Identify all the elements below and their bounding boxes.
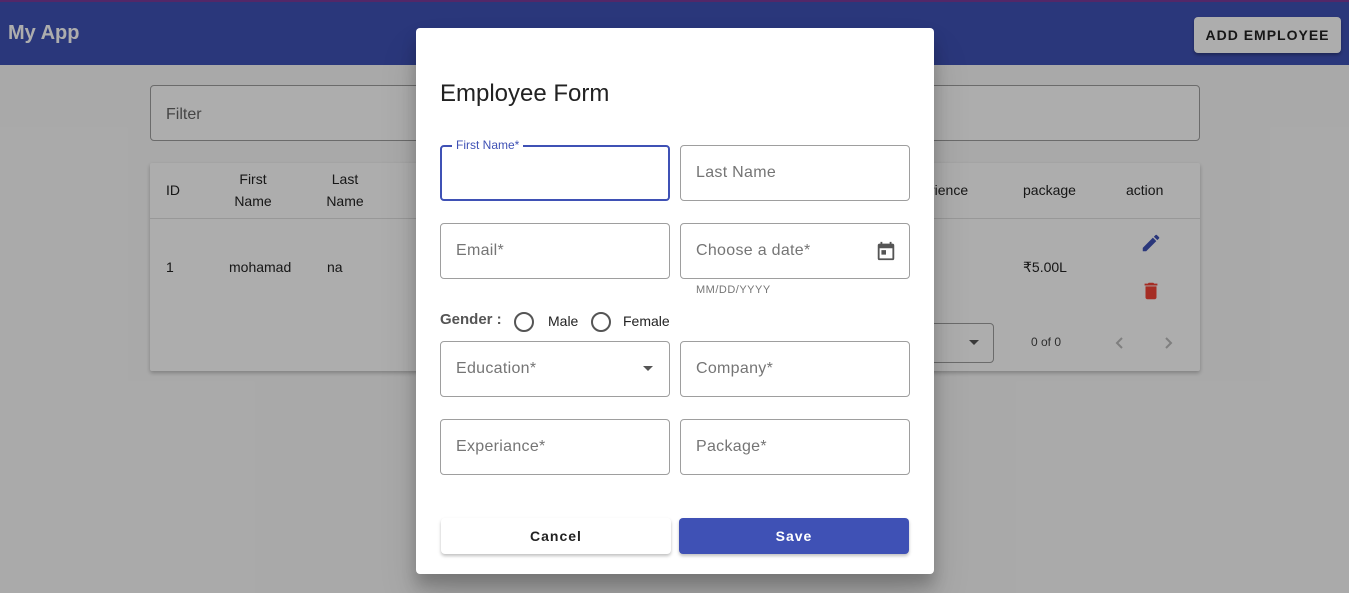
package-label: Package*	[696, 438, 767, 455]
experience-field[interactable]: Experiance*	[440, 419, 670, 475]
cancel-button[interactable]: Cancel	[441, 518, 671, 554]
date-label: Choose a date*	[696, 242, 811, 259]
calendar-icon[interactable]	[875, 240, 897, 262]
email-label: Email*	[456, 242, 505, 259]
date-field[interactable]: Choose a date*	[680, 223, 910, 279]
last-name-field[interactable]: Last Name	[680, 145, 910, 201]
save-button[interactable]: Save	[679, 518, 909, 554]
company-label: Company*	[696, 360, 774, 377]
email-field[interactable]: Email*	[440, 223, 670, 279]
date-format-hint: MM/DD/YYYY	[696, 284, 771, 296]
gender-male-radio[interactable]	[514, 312, 534, 332]
gender-female-radio[interactable]	[591, 312, 611, 332]
first-name-field[interactable]: First Name*	[440, 138, 670, 201]
gender-male-label[interactable]: Male	[548, 313, 578, 329]
gender-female-label[interactable]: Female	[623, 313, 670, 329]
company-field[interactable]: Company*	[680, 341, 910, 397]
education-select[interactable]: Education*	[440, 341, 670, 397]
education-label: Education*	[456, 360, 537, 377]
first-name-label: First Name*	[452, 138, 524, 152]
last-name-label: Last Name	[696, 164, 777, 181]
package-field[interactable]: Package*	[680, 419, 910, 475]
dialog-title: Employee Form	[440, 80, 610, 107]
gender-label: Gender :	[440, 311, 502, 328]
experience-label: Experiance*	[456, 438, 546, 455]
dropdown-arrow-icon	[643, 366, 653, 371]
employee-form-dialog: Employee Form First Name* Last Name Emai…	[416, 28, 934, 574]
